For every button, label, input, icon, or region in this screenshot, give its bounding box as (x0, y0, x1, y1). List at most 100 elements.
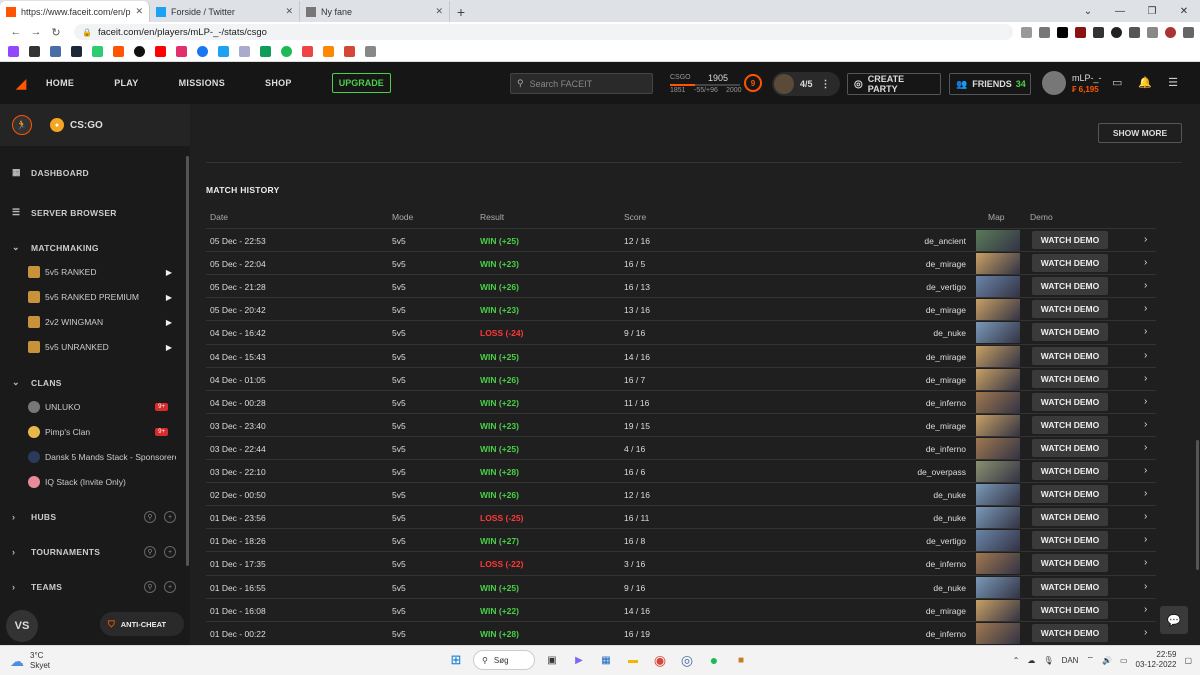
twitch-icon[interactable] (8, 46, 19, 57)
instagram-icon[interactable] (176, 46, 187, 57)
youtube-icon[interactable] (155, 46, 166, 57)
reload-icon[interactable]: ↻ (46, 26, 66, 39)
apple-icon[interactable] (365, 46, 376, 57)
table-row[interactable]: 03 Dec - 22:10 5v5 WIN (+28) 16 / 6 de_overp… (206, 459, 1156, 482)
search-icon[interactable]: ⚲ (144, 511, 156, 523)
party-widget[interactable]: 4/5 ⋮ (772, 72, 840, 96)
table-row[interactable]: 05 Dec - 20:42 5v5 WIN (+23) 13 / 16 de_mira… (206, 297, 1156, 321)
menu-dots-icon[interactable] (1183, 26, 1194, 38)
bookmark-icon[interactable] (239, 46, 250, 57)
friends-button[interactable]: 👥 FRIENDS 34 (949, 73, 1031, 95)
add-icon[interactable]: + (164, 546, 176, 558)
sidebar-scrollbar[interactable] (186, 156, 189, 566)
clan-item[interactable]: Dansk 5 Mands Stack - Sponsoreret af (28, 451, 176, 463)
table-row[interactable]: 04 Dec - 01:05 5v5 WIN (+26) 16 / 7 de_mirag… (206, 366, 1156, 390)
anticheat-button[interactable]: ⛉ ANTI-CHEAT (100, 612, 184, 636)
nav-play[interactable]: PLAY (114, 78, 138, 88)
profile-menu[interactable]: mLP-_- ₣ 6,195 (1042, 70, 1112, 98)
chevron-right-icon[interactable]: › (1144, 326, 1147, 337)
watch-demo-button[interactable]: WATCH DEMO (1032, 508, 1108, 527)
search-input[interactable]: ⚲ Search FACEIT (510, 73, 653, 94)
watch-demo-button[interactable]: WATCH DEMO (1032, 438, 1108, 457)
more-dots-icon[interactable]: ⋮ (821, 79, 831, 90)
sidebar-item-server-browser[interactable]: ☰ SERVER BROWSER (12, 207, 117, 218)
extension-faceit-icon[interactable] (1057, 26, 1068, 38)
bookmark-icon[interactable] (134, 46, 145, 57)
shop-bag-icon[interactable]: ▭ (1112, 76, 1122, 89)
chevron-right-icon[interactable]: › (1144, 373, 1147, 384)
app-circle-icon[interactable]: ◎ (677, 650, 697, 670)
sidebar-item-matchmaking[interactable]: ⌄ MATCHMAKING (12, 242, 99, 253)
teams-chat-icon[interactable]: ▶ (569, 650, 589, 670)
watch-demo-button[interactable]: WATCH DEMO (1032, 554, 1108, 573)
queue-2v2-wingman[interactable]: 2v2 WINGMAN ▶ (28, 316, 176, 328)
share-icon[interactable] (1021, 26, 1032, 38)
battery-icon[interactable]: ▭ (1120, 656, 1128, 665)
minimize-icon[interactable]: — (1104, 0, 1136, 22)
chevron-right-icon[interactable]: › (1144, 303, 1147, 314)
watch-demo-button[interactable]: WATCH DEMO (1032, 531, 1108, 550)
clan-item[interactable]: UNLUKO 9+ (28, 401, 176, 413)
bookmark-icon[interactable] (50, 46, 61, 57)
sidepanel-icon[interactable] (1147, 26, 1158, 38)
play-icon[interactable]: ▶ (166, 268, 172, 277)
faceit-logo-icon[interactable]: ◢ (6, 62, 36, 104)
queue-5v5-ranked-premium[interactable]: 5v5 RANKED PREMIUM ▶ (28, 291, 176, 303)
watch-demo-button[interactable]: WATCH DEMO (1032, 415, 1108, 434)
spotify-icon[interactable]: ● (704, 650, 724, 670)
watch-demo-button[interactable]: WATCH DEMO (1032, 462, 1108, 480)
table-row[interactable]: 01 Dec - 16:08 5v5 WIN (+22) 14 / 16 de_mira… (206, 597, 1156, 621)
chevron-right-icon[interactable]: › (1144, 350, 1147, 361)
create-party-button[interactable]: ◎ CREATE PARTY (847, 73, 941, 95)
close-tab-icon[interactable]: ✕ (135, 6, 143, 17)
new-tab-button[interactable]: + (450, 1, 472, 22)
spotify-icon[interactable] (281, 46, 292, 57)
folder-icon[interactable]: ▬ (623, 650, 643, 670)
chevron-right-icon[interactable]: › (1144, 488, 1147, 499)
windows-start-icon[interactable]: ⊞ (446, 650, 466, 670)
watch-demo-button[interactable]: WATCH DEMO (1032, 323, 1108, 342)
chevron-right-icon[interactable]: › (1144, 627, 1147, 638)
bell-icon[interactable]: 🔔 (1138, 76, 1152, 89)
watch-demo-button[interactable]: WATCH DEMO (1032, 300, 1108, 319)
add-icon[interactable]: + (164, 581, 176, 593)
watch-demo-button[interactable]: WATCH DEMO (1032, 577, 1108, 596)
clan-item[interactable]: IQ Stack (Invite Only) (28, 476, 176, 488)
table-row[interactable]: 01 Dec - 16:55 5v5 WIN (+25) 9 / 16 de_nuke W… (206, 574, 1156, 598)
clock[interactable]: 22:59 03-12-2022 (1136, 650, 1177, 670)
sidebar-item-clans[interactable]: ⌄ CLANS (12, 377, 62, 388)
chevron-down-icon[interactable]: ⌄ (1072, 0, 1104, 22)
play-icon[interactable]: ▶ (166, 293, 172, 302)
table-row[interactable]: 02 Dec - 00:50 5v5 WIN (+26) 12 / 16 de_nuke… (206, 482, 1156, 506)
chevron-right-icon[interactable]: › (1144, 465, 1147, 476)
forward-icon[interactable]: → (26, 26, 46, 38)
chevron-right-icon[interactable]: › (1144, 396, 1147, 407)
url-input[interactable]: 🔒 faceit.com/en/players/mLP-_-/stats/csg… (74, 24, 1013, 40)
chevron-right-icon[interactable]: › (1144, 581, 1147, 592)
sidebar-item-hubs[interactable]: › HUBS (12, 512, 56, 522)
watch-demo-button[interactable]: WATCH DEMO (1032, 254, 1108, 273)
play-icon[interactable]: ▶ (166, 343, 172, 352)
wifi-icon[interactable]: ⌔ (1086, 655, 1094, 665)
nav-home[interactable]: HOME (46, 78, 74, 88)
puzzle-icon[interactable] (1129, 26, 1140, 38)
star-icon[interactable] (1039, 26, 1050, 38)
main-scrollbar[interactable] (1196, 440, 1199, 570)
profile-avatar-icon[interactable] (1165, 26, 1176, 38)
chevron-right-icon[interactable]: › (1144, 511, 1147, 522)
csgo-icon[interactable]: ■ (731, 650, 751, 670)
table-row[interactable]: 01 Dec - 18:26 5v5 WIN (+27) 16 / 8 de_verti… (206, 528, 1156, 552)
drive-icon[interactable] (260, 46, 271, 57)
table-row[interactable]: 05 Dec - 21:28 5v5 WIN (+26) 16 / 13 de_vert… (206, 274, 1156, 298)
game-selector[interactable]: 🏃 ● CS:GO (0, 104, 190, 146)
table-row[interactable]: 01 Dec - 23:56 5v5 LOSS (-25) 16 / 11 de_nuk… (206, 505, 1156, 529)
add-icon[interactable]: + (164, 511, 176, 523)
chevron-right-icon[interactable]: › (1144, 419, 1147, 430)
sidebar-item-teams[interactable]: › TEAMS (12, 582, 62, 592)
menu-icon[interactable]: ☰ (1168, 76, 1178, 89)
cloud-icon[interactable]: ☁ (1027, 656, 1035, 665)
browser-tab[interactable]: https://www.faceit.com/en/player✕ (0, 1, 150, 22)
lock-icon[interactable]: 🔒 (82, 28, 92, 37)
table-row[interactable]: 05 Dec - 22:04 5v5 WIN (+23) 16 / 5 de_mirag… (206, 251, 1156, 275)
clan-item[interactable]: Pimp's Clan 9+ (28, 426, 176, 438)
